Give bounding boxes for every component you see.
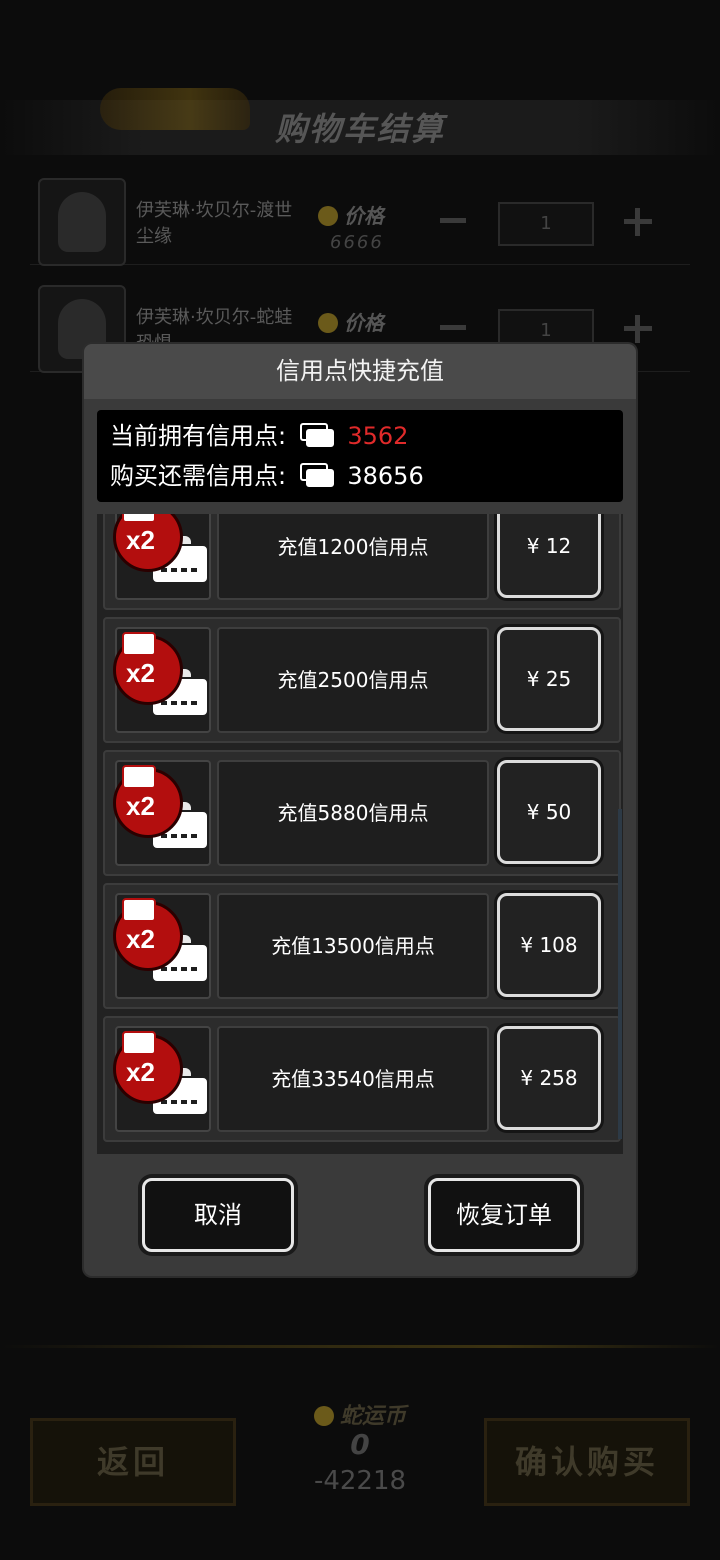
cart-item: 伊芙琳·坎贝尔-渡世尘缘 价格 6666 1	[30, 168, 690, 266]
pack-label: 充值1200信用点	[217, 514, 489, 600]
pack-label: 充值5880信用点	[217, 760, 489, 866]
pack-label: 充值13500信用点	[217, 893, 489, 999]
list-scrollbar[interactable]	[618, 809, 622, 1139]
dialog-title: 信用点快捷充值	[84, 344, 636, 399]
double-bonus-badge: x2	[113, 632, 183, 705]
pack-price-button[interactable]: ¥ 50	[497, 760, 601, 864]
recharge-pack-list[interactable]: x2 充值1200信用点 ¥ 12 x2 充值2500信用点 ¥ 25 x2 充…	[97, 514, 623, 1154]
needed-credits-label: 购买还需信用点:	[110, 462, 287, 490]
coin-icon	[318, 313, 338, 333]
pack-price-button[interactable]: ¥ 25	[497, 627, 601, 731]
confirm-purchase-button[interactable]: 确认购买	[484, 1418, 690, 1506]
needed-credits-row: 购买还需信用点: 38656	[110, 458, 424, 494]
item-price: 6666	[330, 232, 384, 253]
credit-pack-icon: x2	[113, 1026, 211, 1132]
pack-label: 充值2500信用点	[217, 627, 489, 733]
recharge-pack: x2 充值1200信用点 ¥ 12	[103, 514, 621, 610]
recharge-pack: x2 充值2500信用点 ¥ 25	[103, 617, 621, 743]
pack-price-button[interactable]: ¥ 108	[497, 893, 601, 997]
plus-icon[interactable]	[624, 208, 652, 236]
credit-pack-icon: x2	[113, 760, 211, 866]
coin-icon	[318, 206, 338, 226]
double-bonus-badge: x2	[113, 765, 183, 838]
current-credits-label: 当前拥有信用点:	[110, 422, 287, 450]
restore-order-button[interactable]: 恢复订单	[428, 1178, 580, 1252]
recharge-pack: x2 充值5880信用点 ¥ 50	[103, 750, 621, 876]
plus-icon[interactable]	[624, 315, 652, 343]
quantity-field[interactable]: 1	[498, 202, 594, 246]
minus-icon[interactable]	[440, 218, 466, 223]
credit-pack-icon: x2	[113, 893, 211, 999]
balance-panel: 当前拥有信用点: 3562 购买还需信用点: 38656	[97, 410, 623, 502]
item-thumbnail	[38, 178, 126, 266]
footer-divider	[0, 1345, 720, 1348]
coin-icon	[313, 1406, 334, 1426]
cart-title: 购物车结算	[274, 110, 445, 148]
recharge-pack: x2 充值33540信用点 ¥ 258	[103, 1016, 621, 1142]
pack-price-button[interactable]: ¥ 258	[497, 1026, 601, 1130]
pack-label: 充值33540信用点	[217, 1026, 489, 1132]
credit-recharge-dialog: 信用点快捷充值 当前拥有信用点: 3562 购买还需信用点: 38656 x2 …	[84, 344, 636, 1276]
item-price-label: 价格	[318, 200, 384, 229]
current-credits-value: 3562	[347, 422, 409, 450]
double-bonus-badge: x2	[113, 898, 183, 971]
minus-icon[interactable]	[440, 325, 466, 330]
double-bonus-badge: x2	[113, 1031, 183, 1104]
credit-pack-icon: x2	[113, 627, 211, 733]
credit-pack-icon: x2	[113, 514, 211, 600]
current-credits-row: 当前拥有信用点: 3562	[110, 418, 408, 454]
item-name: 伊芙琳·坎贝尔-渡世尘缘	[136, 200, 293, 247]
needed-credits-value: 38656	[347, 462, 424, 490]
pack-price-button[interactable]: ¥ 12	[497, 514, 601, 598]
credit-card-icon	[299, 463, 334, 487]
cancel-button[interactable]: 取消	[142, 1178, 294, 1252]
credit-card-icon	[299, 423, 334, 447]
item-price-label: 价格	[318, 307, 384, 336]
recharge-pack: x2 充值13500信用点 ¥ 108	[103, 883, 621, 1009]
